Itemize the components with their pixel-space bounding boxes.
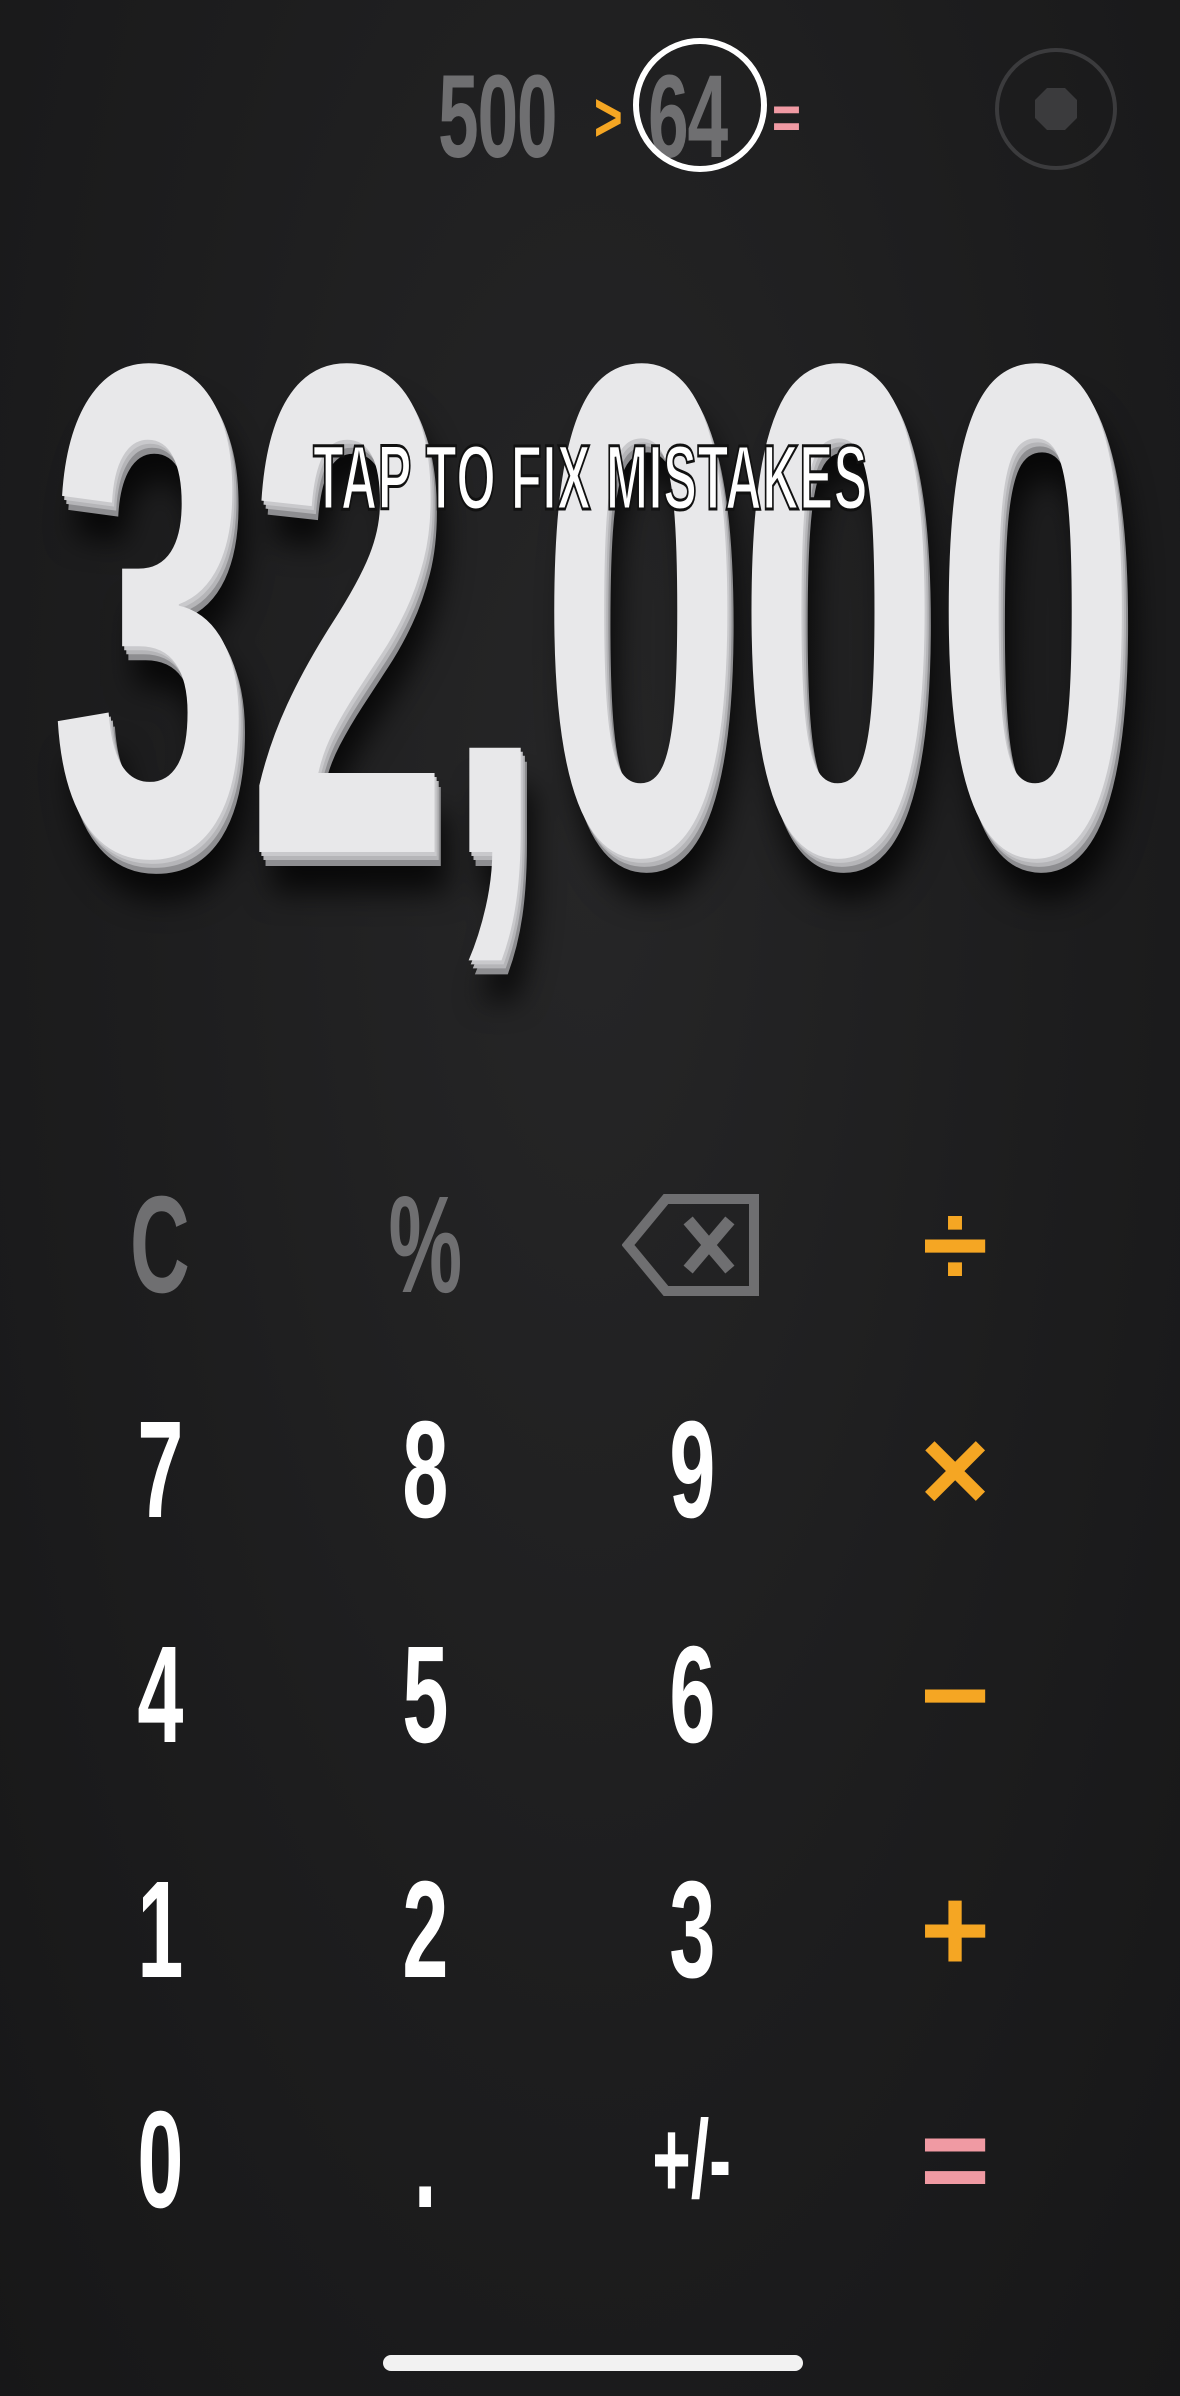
home-indicator[interactable]	[383, 2355, 803, 2371]
multiply-button[interactable]: ×	[855, 1370, 1055, 1570]
multiply-button-label: ×	[919, 1403, 991, 1537]
seven-button[interactable]: 7	[60, 1370, 260, 1570]
two-button[interactable]: 2	[325, 1830, 525, 2030]
one-button[interactable]: 1	[60, 1830, 260, 2030]
minus-button[interactable]: −	[855, 1595, 1055, 1795]
record-dot-icon	[1035, 88, 1077, 130]
calculator-screen: 500 > 6 4 = 32,000 TAP TO FIX MISTAKES C …	[0, 0, 1180, 2396]
five-button-label: 5	[401, 1618, 449, 1772]
result-display[interactable]: 32,000	[20, 230, 1160, 990]
percent-button[interactable]: %	[325, 1145, 525, 1345]
three-button-label: 3	[668, 1853, 716, 2007]
decimal-button-label: .	[413, 2083, 437, 2237]
one-button-label: 1	[136, 1853, 184, 2007]
six-button-label: 6	[668, 1618, 716, 1772]
expression-operand-a[interactable]: 500	[438, 58, 558, 176]
result-value[interactable]: 32,000	[49, 260, 1136, 960]
seven-button-label: 7	[136, 1393, 184, 1547]
eight-button-label: 8	[401, 1393, 449, 1547]
settings-button[interactable]	[995, 48, 1117, 170]
nine-button[interactable]: 9	[592, 1370, 792, 1570]
minus-button-label: −	[919, 1628, 991, 1762]
equals-button-label: =	[919, 2093, 991, 2227]
four-button-label: 4	[136, 1618, 184, 1772]
keypad: C % ÷ 7 8 9 × 4 5 6 − 1 2 3 + 0 . +/- =	[60, 1130, 1120, 2280]
divide-button-label: ÷	[922, 1178, 988, 1312]
backspace-icon	[622, 1194, 759, 1296]
expression-operator: >	[594, 78, 623, 156]
six-button[interactable]: 6	[592, 1595, 792, 1795]
divide-button[interactable]: ÷	[855, 1145, 1055, 1345]
zero-button[interactable]: 0	[60, 2060, 260, 2260]
three-button[interactable]: 3	[592, 1830, 792, 2030]
plus-button[interactable]: +	[855, 1830, 1055, 2030]
sign-toggle-button-label: +/-	[652, 2098, 732, 2221]
equals-button[interactable]: =	[855, 2060, 1055, 2260]
decimal-button[interactable]: .	[325, 2060, 525, 2260]
sign-toggle-button[interactable]: +/-	[592, 2060, 792, 2260]
five-button[interactable]: 5	[325, 1595, 525, 1795]
fix-mistakes-hint-text: TAP TO FIX MISTAKES	[312, 427, 868, 529]
plus-button-label: +	[919, 1863, 991, 1997]
four-button[interactable]: 4	[60, 1595, 260, 1795]
fix-mistakes-hint: TAP TO FIX MISTAKES	[0, 427, 1180, 529]
two-button-label: 2	[401, 1853, 449, 2007]
clear-button[interactable]: C	[60, 1145, 260, 1345]
eight-button[interactable]: 8	[325, 1370, 525, 1570]
selected-operand-ring	[633, 38, 767, 172]
nine-button-label: 9	[668, 1393, 716, 1547]
zero-button-label: 0	[136, 2083, 184, 2237]
clear-button-label: C	[130, 1168, 190, 1322]
backspace-button[interactable]	[592, 1145, 792, 1345]
expression-equals: =	[772, 84, 801, 153]
percent-button-label: %	[388, 1168, 462, 1322]
